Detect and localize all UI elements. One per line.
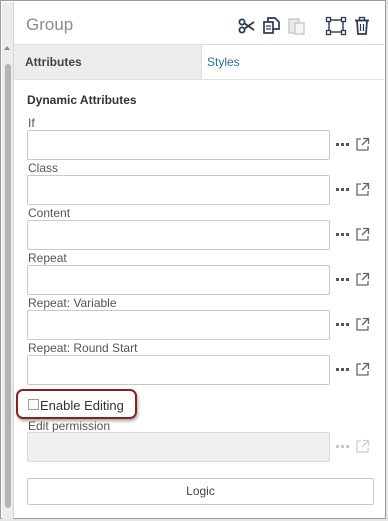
section-title: Dynamic Attributes bbox=[27, 93, 137, 107]
external-link-icon[interactable] bbox=[355, 137, 370, 152]
class-input[interactable] bbox=[27, 175, 330, 205]
field-label-repeat-round-start: Repeat: Round Start bbox=[28, 341, 138, 355]
content-input[interactable] bbox=[27, 220, 330, 250]
repeat-input[interactable] bbox=[27, 265, 330, 295]
tab-bar: Attributes Styles bbox=[14, 45, 384, 80]
panel-title: Group bbox=[26, 15, 74, 34]
field-label-content: Content bbox=[28, 206, 71, 220]
more-options-icon[interactable] bbox=[336, 233, 349, 236]
paste-icon bbox=[287, 16, 307, 36]
field-label-edit-permission: Edit permission bbox=[28, 419, 111, 433]
copy-icon[interactable] bbox=[262, 16, 282, 36]
trash-icon[interactable] bbox=[353, 16, 373, 36]
scroll-up-arrow-icon[interactable] bbox=[4, 46, 10, 50]
external-link-icon[interactable] bbox=[355, 182, 370, 197]
logic-button[interactable]: Logic bbox=[27, 478, 374, 505]
external-link-icon[interactable] bbox=[355, 362, 370, 377]
more-options-icon[interactable] bbox=[336, 368, 349, 371]
field-label-repeat: Repeat bbox=[28, 251, 67, 265]
field-label-if: If bbox=[28, 116, 35, 130]
edit-permission-input bbox=[27, 432, 330, 462]
more-options-icon bbox=[336, 445, 349, 448]
select-group-icon[interactable] bbox=[325, 16, 347, 36]
more-options-icon[interactable] bbox=[336, 323, 349, 326]
more-options-icon[interactable] bbox=[336, 143, 349, 146]
repeat-variable-input[interactable] bbox=[27, 310, 330, 340]
scrollbar-thumb[interactable] bbox=[5, 64, 11, 508]
external-link-icon[interactable] bbox=[355, 272, 370, 287]
enable-editing-label[interactable]: Enable Editing bbox=[40, 398, 124, 413]
scissors-icon[interactable] bbox=[237, 16, 257, 36]
external-link-icon bbox=[355, 439, 370, 454]
field-label-class: Class bbox=[28, 161, 59, 175]
external-link-icon[interactable] bbox=[355, 227, 370, 242]
field-label-repeat-variable: Repeat: Variable bbox=[28, 296, 117, 310]
repeat-round-start-input[interactable] bbox=[27, 355, 330, 385]
tab-attributes[interactable]: Attributes bbox=[14, 45, 202, 79]
more-options-icon[interactable] bbox=[336, 188, 349, 191]
external-link-icon[interactable] bbox=[355, 317, 370, 332]
if-input[interactable] bbox=[27, 130, 330, 160]
scrollbar[interactable] bbox=[2, 2, 14, 519]
tab-styles[interactable]: Styles bbox=[202, 45, 384, 79]
more-options-icon[interactable] bbox=[336, 278, 349, 281]
panel-header: Group bbox=[14, 2, 384, 45]
enable-editing-checkbox[interactable] bbox=[28, 399, 39, 410]
